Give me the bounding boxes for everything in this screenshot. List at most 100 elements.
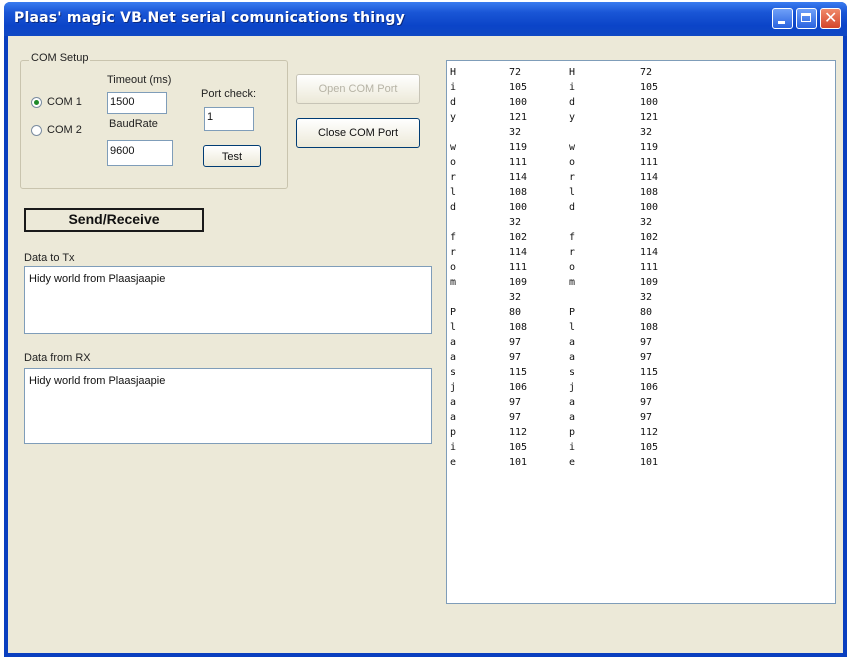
list-cell: 119: [509, 142, 528, 153]
list-cell: 80: [509, 307, 522, 318]
data-log-listbox[interactable]: H 72 H 72 i 105 i 105 d 100 d 100 y 121 y 121 32 32 w 119 w 1…: [446, 60, 836, 604]
list-item[interactable]: f 102 f 102: [447, 232, 827, 244]
list-item[interactable]: o 111 o 111: [447, 157, 827, 169]
list-cell: r: [450, 247, 457, 258]
timeout-input[interactable]: 1500: [107, 92, 167, 114]
rx-label: Data from RX: [24, 352, 91, 364]
list-item[interactable]: l 108 l 108: [447, 322, 827, 334]
list-cell: 105: [640, 442, 659, 453]
list-item[interactable]: r 114 r 114: [447, 247, 827, 259]
com2-label[interactable]: COM 2: [47, 124, 82, 136]
list-item[interactable]: o 111 o 111: [447, 262, 827, 274]
list-cell: 114: [640, 247, 659, 258]
list-item[interactable]: 32 32: [447, 217, 827, 229]
list-cell: d: [450, 202, 457, 213]
list-cell: 97: [640, 397, 653, 408]
com1-radio[interactable]: [31, 97, 42, 108]
port-check-input[interactable]: 1: [204, 107, 254, 131]
list-item[interactable]: l 108 l 108: [447, 187, 827, 199]
list-cell: 108: [640, 187, 659, 198]
list-cell: 108: [509, 322, 528, 333]
list-cell: 97: [509, 397, 522, 408]
list-cell: 109: [509, 277, 528, 288]
send-receive-button[interactable]: Send/Receive: [24, 208, 204, 232]
list-item[interactable]: r 114 r 114: [447, 172, 827, 184]
list-cell: 121: [640, 112, 659, 123]
open-com-port-button[interactable]: Open COM Port: [296, 74, 420, 104]
list-item[interactable]: p 112 p 112: [447, 427, 827, 439]
list-item[interactable]: a 97 a 97: [447, 352, 827, 364]
list-item[interactable]: d 100 d 100: [447, 202, 827, 214]
list-cell: o: [450, 157, 457, 168]
list-item[interactable]: i 105 i 105: [447, 442, 827, 454]
list-cell: 72: [640, 67, 653, 78]
list-item[interactable]: j 106 j 106: [447, 382, 827, 394]
list-cell: 32: [640, 292, 653, 303]
list-item[interactable]: e 101 e 101: [447, 457, 827, 469]
list-cell: 108: [509, 187, 528, 198]
list-cell: 32: [509, 127, 522, 138]
list-cell: p: [569, 427, 576, 438]
list-cell: d: [569, 97, 576, 108]
list-cell: i: [569, 82, 576, 93]
list-cell: a: [569, 412, 576, 423]
test-button[interactable]: Test: [203, 145, 261, 167]
list-item[interactable]: P 80 P 80: [447, 307, 827, 319]
list-cell: 121: [509, 112, 528, 123]
close-com-port-button[interactable]: Close COM Port: [296, 118, 420, 148]
list-cell: H: [569, 67, 576, 78]
com-setup-label: COM Setup: [29, 52, 91, 64]
list-cell: 114: [509, 247, 528, 258]
list-cell: 100: [509, 97, 528, 108]
list-item[interactable]: i 105 i 105: [447, 82, 827, 94]
list-item[interactable]: 32 32: [447, 127, 827, 139]
list-cell: e: [450, 457, 457, 468]
list-cell: 115: [509, 367, 528, 378]
list-item[interactable]: s 115 s 115: [447, 367, 827, 379]
list-item[interactable]: H 72 H 72: [447, 67, 827, 79]
list-cell: 101: [640, 457, 659, 468]
com2-radio[interactable]: [31, 125, 42, 136]
list-item[interactable]: 32 32: [447, 292, 827, 304]
timeout-label: Timeout (ms): [107, 74, 172, 86]
list-cell: a: [450, 412, 457, 423]
list-item[interactable]: y 121 y 121: [447, 112, 827, 124]
list-cell: 119: [640, 142, 659, 153]
list-cell: a: [569, 337, 576, 348]
list-cell: P: [450, 307, 457, 318]
list-cell: a: [450, 337, 457, 348]
list-cell: 72: [509, 67, 522, 78]
list-cell: 100: [640, 97, 659, 108]
list-cell: 101: [509, 457, 528, 468]
list-item[interactable]: d 100 d 100: [447, 97, 827, 109]
baudrate-input[interactable]: 9600: [107, 140, 173, 166]
title-bar[interactable]: Plaas' magic VB.Net serial comunications…: [4, 2, 847, 36]
rx-textarea[interactable]: Hidy world from Plaasjaapie: [24, 368, 432, 444]
list-cell: o: [569, 157, 576, 168]
list-item[interactable]: a 97 a 97: [447, 337, 827, 349]
list-cell: d: [450, 97, 457, 108]
list-cell: s: [569, 367, 576, 378]
list-cell: j: [569, 382, 576, 393]
list-cell: 102: [640, 232, 659, 243]
list-item[interactable]: m 109 m 109: [447, 277, 827, 289]
list-cell: y: [569, 112, 576, 123]
list-cell: 102: [509, 232, 528, 243]
list-cell: r: [569, 247, 576, 258]
list-cell: 32: [640, 217, 653, 228]
list-cell: 112: [509, 427, 528, 438]
tx-textarea[interactable]: Hidy world from Plaasjaapie: [24, 266, 432, 334]
list-cell: r: [569, 172, 576, 183]
list-item[interactable]: a 97 a 97: [447, 397, 827, 409]
com1-label[interactable]: COM 1: [47, 96, 82, 108]
list-cell: o: [569, 262, 576, 273]
minimize-icon[interactable]: [772, 8, 793, 29]
list-item[interactable]: w 119 w 119: [447, 142, 827, 154]
list-cell: H: [450, 67, 457, 78]
list-cell: o: [450, 262, 457, 273]
maximize-icon[interactable]: [796, 8, 817, 29]
list-item[interactable]: a 97 a 97: [447, 412, 827, 424]
list-cell: j: [450, 382, 457, 393]
close-icon[interactable]: ✕: [820, 8, 841, 29]
list-cell: 97: [640, 352, 653, 363]
